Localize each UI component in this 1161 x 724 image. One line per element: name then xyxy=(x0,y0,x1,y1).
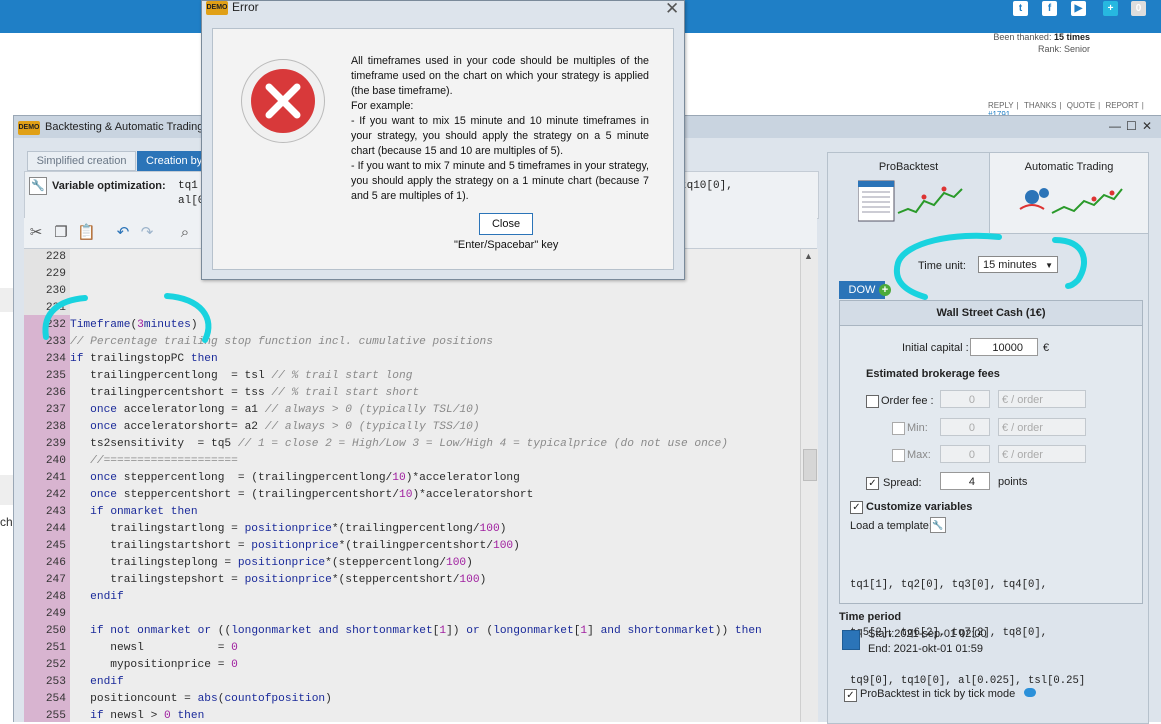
close-button[interactable]: Close xyxy=(479,213,533,235)
error-dialog: DEMO Error ✕ All timeframes used in your… xyxy=(201,0,685,280)
error-message-paragraph: For example: xyxy=(351,100,414,112)
error-message-paragraph: - If you want to mix 7 minute and 5 time… xyxy=(351,160,649,202)
dialog-body: All timeframes used in your code should … xyxy=(212,28,674,270)
error-message: All timeframes used in your code should … xyxy=(351,54,649,204)
dialog-title: Error xyxy=(232,0,259,14)
close-icon[interactable]: ✕ xyxy=(665,0,679,19)
error-message-paragraph: All timeframes used in your code should … xyxy=(351,55,649,97)
annotation-stroke xyxy=(893,232,1002,300)
error-icon-circle xyxy=(251,69,315,133)
keyboard-hint: "Enter/Spacebar" key xyxy=(454,239,559,251)
error-icon xyxy=(241,59,325,143)
demo-badge: DEMO xyxy=(206,1,228,15)
annotation-stroke xyxy=(1052,237,1088,289)
error-message-paragraph: - If you want to mix 15 minute and 10 mi… xyxy=(351,115,649,157)
annotation-stroke xyxy=(42,295,88,340)
x-mark-icon xyxy=(265,83,301,119)
annotation-stroke xyxy=(164,293,212,343)
